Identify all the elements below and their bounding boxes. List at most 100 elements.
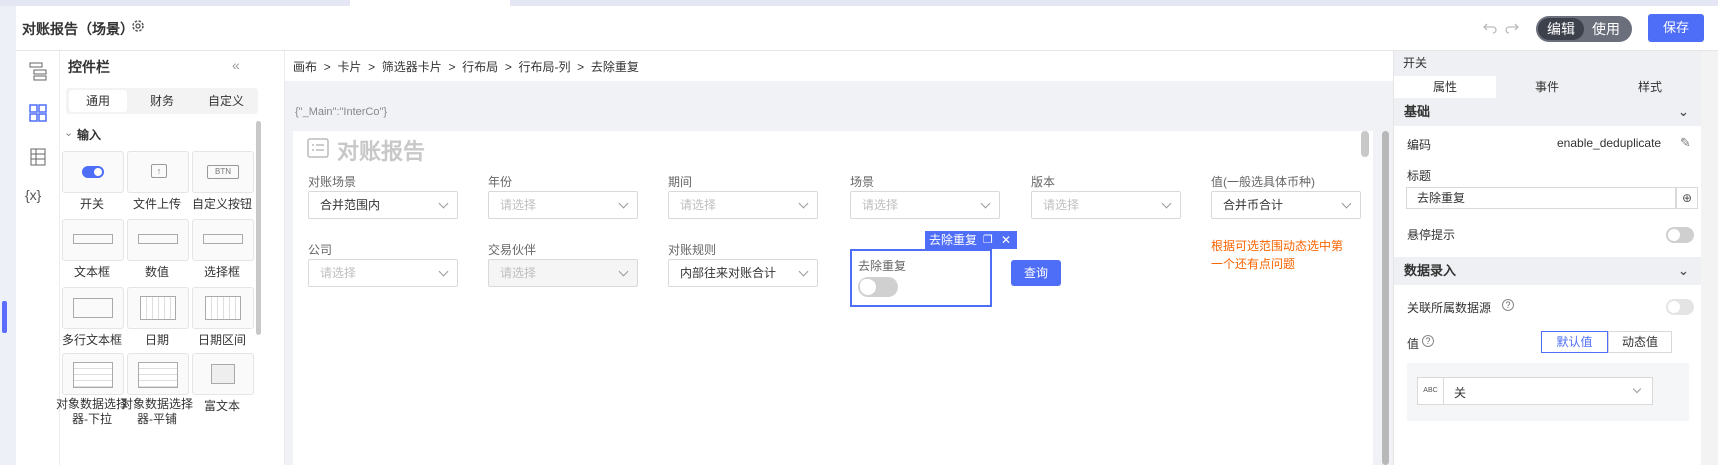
- crumb-sep: >: [504, 60, 512, 74]
- crumb-sep: >: [577, 60, 585, 74]
- chevron-down-icon[interactable]: ⌄: [64, 126, 73, 139]
- assoc-datasource-switch[interactable]: [1666, 299, 1694, 315]
- close-icon[interactable]: ✕: [1001, 231, 1011, 249]
- help-icon[interactable]: ?: [1422, 335, 1434, 347]
- json-context: {"_Main":"InterCo"}: [295, 106, 388, 118]
- section-basic[interactable]: 基础 ⌄: [1394, 98, 1702, 126]
- component-panel: 控件栏 « 通用 财务 自定义 ⌄ 输入 开关 ↑ 文件上传 BTN 自定义按钮…: [56, 51, 285, 465]
- widget-textarea[interactable]: [62, 287, 124, 329]
- breadcrumb-path: 画布 > 卡片 > 筛选器卡片 > 行布局 > 行布局-列 > 去除重复: [293, 58, 639, 75]
- scenario-select[interactable]: 合并范围内: [308, 191, 458, 219]
- panel-scrollbar[interactable]: [256, 121, 261, 335]
- crumb-current[interactable]: 去除重复: [591, 60, 639, 74]
- scene-select[interactable]: 请选择: [850, 191, 1000, 219]
- section-basic-label: 基础: [1404, 104, 1431, 119]
- section-data-entry[interactable]: 数据录入 ⌄: [1394, 257, 1702, 285]
- dynamic-value-button[interactable]: 动态值: [1608, 331, 1672, 353]
- tab-common[interactable]: 通用: [69, 90, 127, 112]
- abc-type-icon: ABC: [1418, 378, 1444, 404]
- widget-textbox[interactable]: [62, 219, 124, 261]
- filter-label: 年份: [488, 175, 513, 189]
- card-scrollbar[interactable]: [1361, 131, 1369, 157]
- use-mode-button[interactable]: 使用: [1584, 18, 1628, 40]
- settings-gear-icon[interactable]: [130, 18, 146, 34]
- widget-switch[interactable]: [62, 151, 124, 193]
- widget-object-select-tiled[interactable]: [127, 353, 189, 395]
- property-tabs: 属性 事件 样式: [1394, 76, 1702, 98]
- page-title: 对账报告（场景）: [22, 21, 134, 37]
- redo-icon[interactable]: [1504, 19, 1520, 35]
- mode-switch[interactable]: 编辑 使用: [1536, 16, 1632, 42]
- default-value-button[interactable]: 默认值: [1541, 331, 1608, 353]
- list-icon: [307, 137, 329, 159]
- chevron-down-icon[interactable]: ⌄: [1678, 98, 1689, 126]
- title-input[interactable]: 去除重复: [1406, 187, 1676, 209]
- component-type-title: 开关: [1394, 51, 1702, 76]
- report-card: 对账报告 对账场景 合并范围内 年份 请选择 期间 请选择 场景 请选择 版本 …: [293, 131, 1373, 465]
- company-select[interactable]: 请选择: [308, 259, 458, 287]
- chevron-down-icon[interactable]: ⌄: [1678, 257, 1689, 285]
- code-label: 编码: [1407, 138, 1432, 152]
- breadcrumb: 画布 > 卡片 > 筛选器卡片 > 行布局 > 行布局-列 > 去除重复: [285, 51, 1393, 81]
- hover-tip-switch[interactable]: [1666, 227, 1694, 243]
- right-scrollbar[interactable]: [1701, 51, 1718, 465]
- hover-tip-label: 悬停提示: [1407, 228, 1456, 242]
- tab-finance[interactable]: 财务: [133, 90, 191, 112]
- undo-icon[interactable]: [1482, 19, 1498, 35]
- dedup-label: 去除重复: [858, 259, 907, 273]
- default-value-box: ABC 关: [1407, 363, 1689, 421]
- help-icon[interactable]: ?: [1502, 299, 1514, 311]
- globe-icon[interactable]: ⊕: [1676, 187, 1698, 209]
- dedup-switch[interactable]: [858, 277, 898, 297]
- widget-date-range[interactable]: [192, 287, 254, 329]
- variables-icon[interactable]: {x}: [25, 187, 41, 203]
- widget-object-select-dropdown[interactable]: [62, 353, 124, 395]
- widget-label: 日期区间: [197, 333, 246, 347]
- default-value-select[interactable]: ABC 关: [1417, 377, 1653, 405]
- panel-title: 控件栏: [68, 59, 110, 75]
- properties-panel: 开关 属性 事件 样式 基础 ⌄ 编码 enable_deduplicate ✎…: [1393, 51, 1702, 465]
- outline-tree-icon[interactable]: [28, 61, 48, 84]
- widget-select[interactable]: [192, 219, 254, 261]
- filter-label: 场景: [850, 175, 875, 189]
- dedup-field[interactable]: 去除重复: [850, 249, 992, 307]
- section-input: 输入: [77, 128, 102, 142]
- year-select[interactable]: 请选择: [488, 191, 638, 219]
- canvas-scrollbar[interactable]: [1382, 131, 1389, 465]
- crumb-row-layout[interactable]: 行布局: [462, 60, 498, 74]
- filter-label: 值(一般选具体币种): [1211, 175, 1315, 189]
- edit-mode-button[interactable]: 编辑: [1538, 18, 1584, 40]
- components-grid-icon[interactable]: [28, 103, 48, 126]
- code-value: enable_deduplicate: [1557, 136, 1662, 150]
- edit-pencil-icon[interactable]: ✎: [1680, 135, 1691, 151]
- crumb-card[interactable]: 卡片: [337, 60, 361, 74]
- collapse-icon[interactable]: «: [232, 57, 240, 73]
- report-title: 对账报告: [337, 139, 426, 164]
- save-button[interactable]: 保存: [1648, 14, 1704, 42]
- left-edge: [0, 6, 16, 465]
- tab-properties[interactable]: 属性: [1394, 76, 1496, 98]
- version-select[interactable]: 请选择: [1031, 191, 1181, 219]
- crumb-sep: >: [323, 60, 331, 74]
- rule-select[interactable]: 内部往来对账合计: [668, 259, 818, 287]
- widget-upload[interactable]: ↑: [127, 151, 189, 193]
- partner-select[interactable]: 请选择: [488, 259, 638, 287]
- title-label: 标题: [1407, 169, 1432, 183]
- crumb-row-column[interactable]: 行布局-列: [519, 60, 571, 74]
- value-select[interactable]: 合并币合计: [1211, 191, 1361, 219]
- crumb-filter-card[interactable]: 筛选器卡片: [382, 60, 442, 74]
- copy-icon[interactable]: ❐: [983, 231, 993, 249]
- assoc-datasource-label: 关联所属数据源: [1407, 301, 1492, 315]
- query-button[interactable]: 查询: [1011, 260, 1061, 286]
- crumb-canvas[interactable]: 画布: [293, 60, 317, 74]
- period-select[interactable]: 请选择: [668, 191, 818, 219]
- widget-date[interactable]: [127, 287, 189, 329]
- widget-rich-text[interactable]: [192, 353, 254, 395]
- data-table-icon[interactable]: [28, 147, 48, 170]
- widget-custom-button[interactable]: BTN: [192, 151, 254, 193]
- tab-custom[interactable]: 自定义: [197, 90, 255, 112]
- widget-label: 选择框: [203, 265, 240, 279]
- tab-events[interactable]: 事件: [1496, 76, 1598, 98]
- widget-number[interactable]: [127, 219, 189, 261]
- tab-styles[interactable]: 样式: [1598, 76, 1702, 98]
